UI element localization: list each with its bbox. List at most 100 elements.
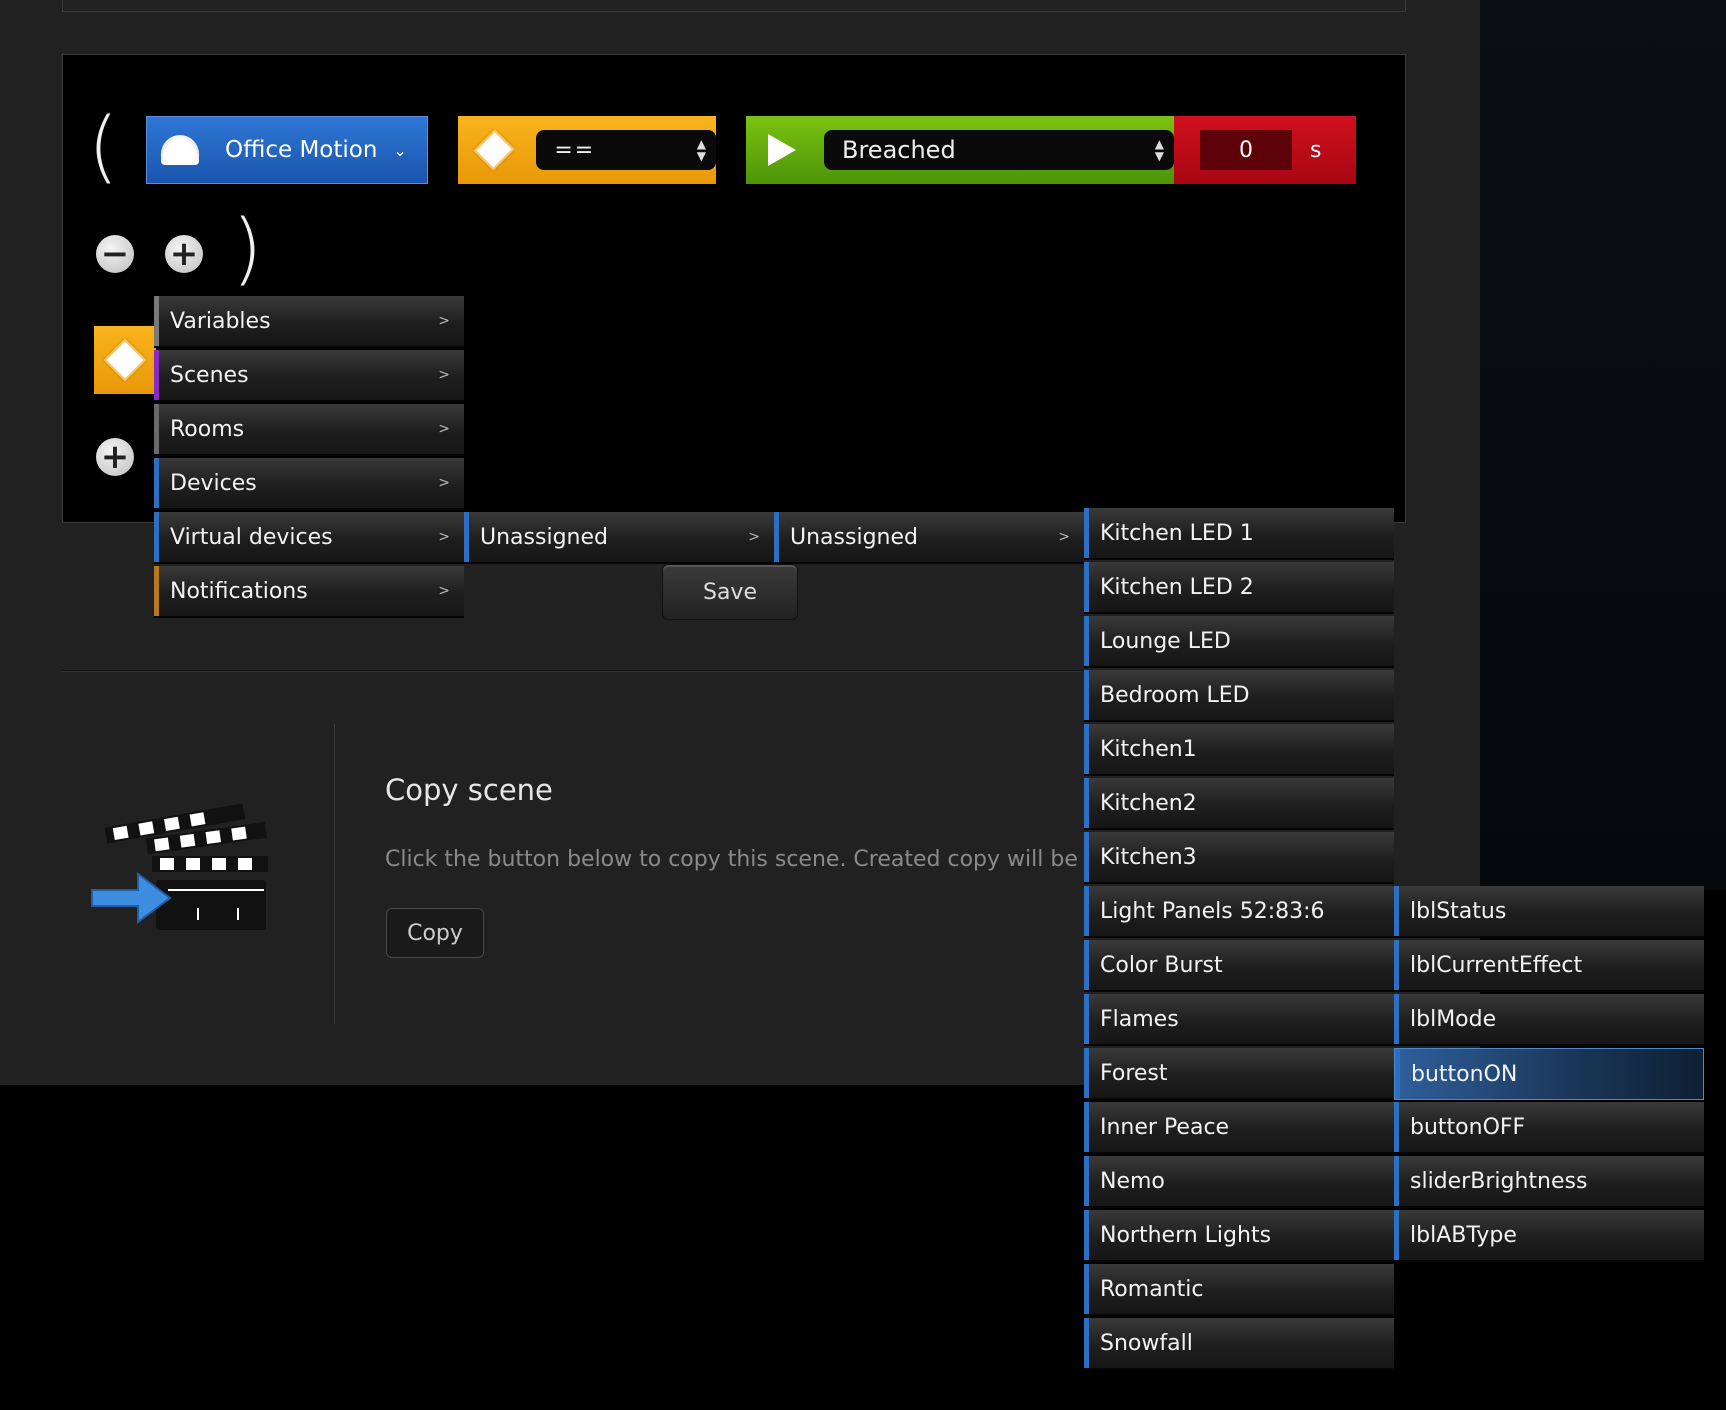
select-arrows-icon: ▲ ▼ [696, 137, 706, 163]
menu-item-label: Virtual devices [170, 524, 333, 550]
submenu-unassigned-1[interactable]: Unassigned > [464, 512, 774, 564]
menu-item-label: Devices [170, 470, 257, 496]
virtual-device-item[interactable]: Kitchen LED 2 [1084, 562, 1394, 614]
select-arrows-icon: ▲ ▼ [1154, 137, 1164, 163]
menu-item-label: Kitchen3 [1100, 844, 1197, 870]
menu-item-label: Flames [1100, 1006, 1179, 1032]
menu-item-virtual-devices[interactable]: Virtual devices > [154, 512, 464, 564]
virtual-device-item[interactable]: Forest [1084, 1048, 1394, 1100]
control-item[interactable]: buttonOFF [1394, 1102, 1704, 1154]
value-select[interactable]: Breached ▲ ▼ [824, 130, 1174, 170]
add-operator-block[interactable] [94, 326, 156, 394]
chevron-right-icon: > [438, 583, 450, 599]
control-item[interactable]: lblStatus [1394, 886, 1704, 938]
virtual-device-item[interactable]: Lounge LED [1084, 616, 1394, 668]
virtual-device-item[interactable]: Inner Peace [1084, 1102, 1394, 1154]
virtual-device-item[interactable]: Kitchen1 [1084, 724, 1394, 776]
virtual-device-item[interactable]: Nemo [1084, 1156, 1394, 1208]
menu-item-accent [1084, 1048, 1089, 1098]
menu-item-rooms[interactable]: Rooms > [154, 404, 464, 456]
virtual-device-item[interactable]: Flames [1084, 994, 1394, 1046]
control-item[interactable]: lblABType [1394, 1210, 1704, 1262]
menu-item-accent [154, 512, 159, 562]
menu-item-label: buttonOFF [1410, 1114, 1526, 1140]
minus-icon: − [100, 234, 130, 274]
menu-item-label: Rooms [170, 416, 245, 442]
virtual-device-item[interactable]: Northern Lights [1084, 1210, 1394, 1262]
delay-input[interactable]: 0 [1200, 130, 1292, 170]
menu-item-label: Bedroom LED [1100, 682, 1250, 708]
copy-scene-title: Copy scene [385, 773, 553, 807]
menu-item-accent [1084, 940, 1089, 990]
menu-item-accent [774, 512, 779, 562]
virtual-device-item[interactable]: Kitchen3 [1084, 832, 1394, 884]
virtual-device-item[interactable]: Bedroom LED [1084, 670, 1394, 722]
play-icon [768, 134, 796, 166]
copy-scene-icon [88, 790, 278, 950]
remove-condition-button[interactable]: − [96, 235, 134, 273]
plus-icon: + [100, 437, 130, 477]
virtual-device-item[interactable]: Romantic [1084, 1264, 1394, 1316]
menu-item-label: Northern Lights [1100, 1222, 1272, 1248]
menu-item-label: Unassigned [480, 524, 608, 550]
menu-item-accent [1084, 670, 1089, 720]
control-item[interactable]: lblMode [1394, 994, 1704, 1046]
virtual-device-item[interactable]: Light Panels 52:83:6 [1084, 886, 1394, 938]
copy-button[interactable]: Copy [386, 908, 484, 958]
close-parenthesis: ) [232, 204, 263, 294]
menu-item-accent [1394, 1210, 1399, 1260]
chevron-right-icon: > [438, 529, 450, 545]
control-item[interactable]: lblCurrentEffect [1394, 940, 1704, 992]
menu-item-label: Variables [170, 308, 271, 334]
menu-item-accent [1084, 778, 1089, 828]
menu-item-label: Kitchen LED 1 [1100, 520, 1254, 546]
virtual-device-item[interactable]: Kitchen2 [1084, 778, 1394, 830]
menu-item-accent [1394, 886, 1399, 936]
control-item[interactable]: buttonON [1394, 1048, 1704, 1100]
menu-item-label: Unassigned [790, 524, 918, 550]
menu-item-label: lblABType [1410, 1222, 1517, 1248]
menu-item-accent [1084, 1156, 1089, 1206]
menu-item-variables[interactable]: Variables > [154, 296, 464, 348]
virtual-device-item[interactable]: Color Burst [1084, 940, 1394, 992]
menu-item-accent [1394, 1156, 1399, 1206]
copy-scene-description: Click the button below to copy this scen… [385, 847, 1078, 872]
menu-item-label: sliderBrightness [1410, 1168, 1588, 1194]
menu-item-accent [154, 458, 159, 508]
submenu-unassigned-2[interactable]: Unassigned > [774, 512, 1084, 564]
open-parenthesis: ( [88, 102, 119, 192]
operator-block: == ▲ ▼ [458, 116, 716, 184]
virtual-device-item[interactable]: Snowfall [1084, 1318, 1394, 1370]
menu-item-devices[interactable]: Devices > [154, 458, 464, 510]
menu-item-accent [464, 512, 469, 562]
menu-item-accent [1084, 562, 1089, 612]
menu-item-accent [1394, 994, 1399, 1044]
menu-item-accent [1084, 1102, 1089, 1152]
menu-item-label: Color Burst [1100, 952, 1223, 978]
menu-item-label: Inner Peace [1100, 1114, 1230, 1140]
operator-select[interactable]: == ▲ ▼ [536, 130, 716, 170]
add-group-button[interactable]: + [96, 438, 134, 476]
menu-item-accent [1084, 886, 1089, 936]
add-condition-button[interactable]: + [165, 235, 203, 273]
device-select-button[interactable]: Office Motion ⌄ [146, 116, 428, 184]
control-item[interactable]: sliderBrightness [1394, 1156, 1704, 1208]
menu-item-label: Forest [1100, 1060, 1168, 1086]
menu-item-accent [1084, 832, 1089, 882]
menu-item-label: Kitchen2 [1100, 790, 1197, 816]
save-button[interactable]: Save [662, 564, 798, 620]
diamond-icon [103, 338, 147, 382]
menu-item-notifications[interactable]: Notifications > [154, 566, 464, 618]
menu-item-accent [1395, 1049, 1400, 1099]
menu-item-label: Nemo [1100, 1168, 1165, 1194]
chevron-right-icon: > [438, 313, 450, 329]
menu-item-label: lblMode [1410, 1006, 1497, 1032]
menu-item-scenes[interactable]: Scenes > [154, 350, 464, 402]
right-background [1480, 0, 1726, 890]
menu-item-label: Notifications [170, 578, 308, 604]
menu-item-label: lblCurrentEffect [1410, 952, 1583, 978]
menu-item-accent [1394, 1102, 1399, 1152]
operator-value: == [554, 137, 596, 163]
virtual-device-item[interactable]: Kitchen LED 1 [1084, 508, 1394, 560]
menu-item-accent [1084, 508, 1089, 558]
